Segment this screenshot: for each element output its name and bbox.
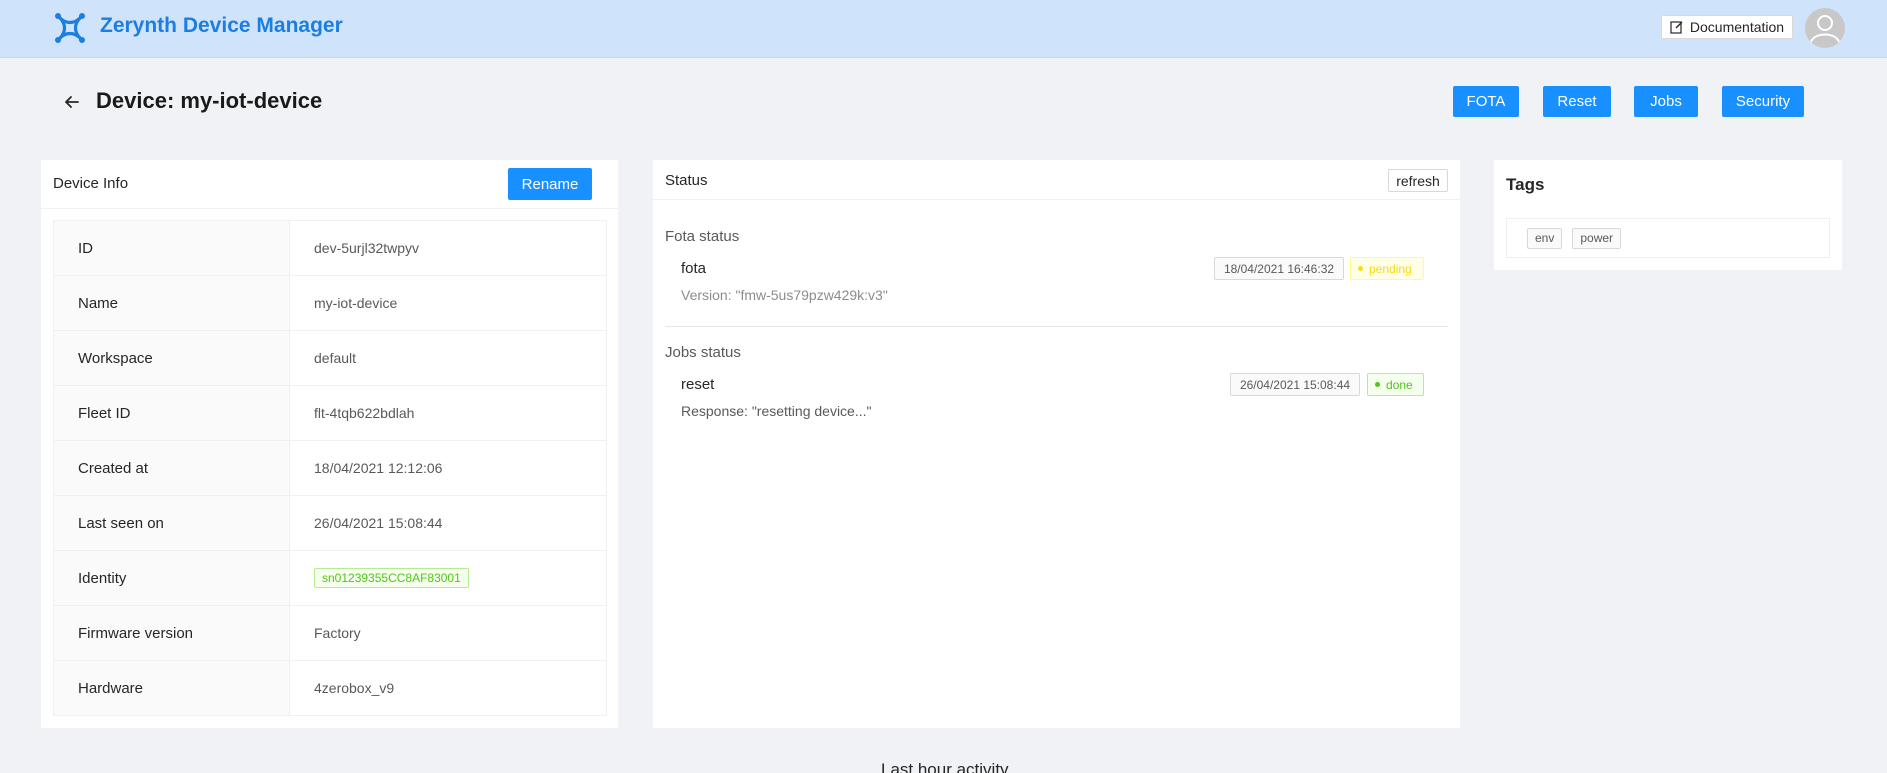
info-label: Hardware	[54, 661, 290, 715]
fota-timestamp-tag: 18/04/2021 16:46:32	[1214, 257, 1344, 280]
status-card: Status refresh Fota status fota Version:…	[653, 160, 1460, 728]
identity-badge: sn01239355CC8AF83001	[314, 568, 469, 588]
status-dot-icon	[1375, 382, 1380, 387]
fota-status-badge: pending	[1350, 257, 1424, 280]
info-row-created-at: Created at 18/04/2021 12:12:06	[54, 441, 606, 496]
tags-list: env power	[1506, 218, 1830, 258]
jobs-status-label: Jobs status	[665, 344, 741, 361]
device-info-card: Device Info Rename ID dev-5urjl32twpyv N…	[41, 160, 618, 728]
fota-item-detail: Version: "fmw-5us79pzw429k:v3"	[681, 287, 888, 303]
tags-title: Tags	[1506, 175, 1545, 194]
info-row-firmware-version: Firmware version Factory	[54, 606, 606, 661]
device-info-title: Device Info	[53, 175, 129, 192]
info-row-workspace: Workspace default	[54, 331, 606, 386]
info-label: Firmware version	[54, 606, 290, 660]
fota-status-label: Fota status	[665, 228, 740, 245]
info-value: Factory	[314, 625, 361, 641]
back-arrow-icon[interactable]	[62, 92, 82, 112]
info-label: Name	[54, 276, 290, 330]
status-dot-icon	[1358, 266, 1363, 271]
job-item-detail: Response: "resetting device..."	[681, 403, 872, 419]
edit-icon	[1670, 21, 1683, 34]
info-label: Fleet ID	[54, 386, 290, 440]
info-label: ID	[54, 221, 290, 275]
info-value: my-iot-device	[314, 295, 398, 311]
info-value: 18/04/2021 12:12:06	[314, 460, 443, 476]
rename-button[interactable]: Rename	[508, 168, 592, 200]
activity-title: Last hour activity	[881, 760, 1009, 773]
info-label: Workspace	[54, 331, 290, 385]
info-row-fleet-id: Fleet ID flt-4tqb622bdlah	[54, 386, 606, 441]
device-info-table: ID dev-5urjl32twpyv Name my-iot-device W…	[53, 220, 607, 716]
reset-button[interactable]: Reset	[1543, 86, 1611, 117]
status-title: Status	[665, 172, 708, 189]
documentation-label: Documentation	[1689, 19, 1785, 35]
tags-card: Tags env power	[1494, 160, 1842, 270]
info-value: flt-4tqb622bdlah	[314, 405, 415, 421]
documentation-button[interactable]: Documentation	[1661, 15, 1793, 39]
app-title[interactable]: Zerynth Device Manager	[100, 14, 343, 38]
info-value: 26/04/2021 15:08:44	[314, 515, 443, 531]
fota-item-name: fota	[681, 260, 707, 277]
device-info-header: Device Info Rename	[41, 160, 618, 209]
user-icon	[1810, 15, 1840, 43]
jobs-button[interactable]: Jobs	[1634, 86, 1698, 117]
info-value: dev-5urjl32twpyv	[314, 240, 420, 256]
job-status-badge: done	[1367, 373, 1424, 396]
info-label: Identity	[54, 551, 290, 605]
info-value: 4zerobox_v9	[314, 680, 395, 696]
fota-button[interactable]: FOTA	[1453, 86, 1519, 117]
status-divider	[665, 326, 1448, 327]
info-value: default	[314, 350, 357, 366]
info-row-identity: Identity sn01239355CC8AF83001	[54, 551, 606, 606]
info-label: Created at	[54, 441, 290, 495]
job-item-name: reset	[681, 376, 715, 393]
top-bar: Zerynth Device Manager Documentation	[0, 0, 1887, 58]
security-button[interactable]: Security	[1722, 86, 1804, 117]
refresh-button[interactable]: refresh	[1388, 169, 1448, 192]
zerynth-logo-icon[interactable]	[50, 8, 90, 48]
info-row-id: ID dev-5urjl32twpyv	[54, 221, 606, 276]
job-timestamp-tag: 26/04/2021 15:08:44	[1230, 373, 1360, 396]
page-title: Device: my-iot-device	[96, 88, 323, 113]
status-header: Status refresh	[653, 160, 1460, 200]
info-row-name: Name my-iot-device	[54, 276, 606, 331]
info-row-last-seen: Last seen on 26/04/2021 15:08:44	[54, 496, 606, 551]
job-status-text: done	[1386, 377, 1413, 392]
user-avatar[interactable]	[1805, 8, 1845, 48]
info-row-hardware: Hardware 4zerobox_v9	[54, 661, 606, 715]
fota-status-text: pending	[1369, 261, 1412, 276]
tag-chip-env[interactable]: env	[1527, 227, 1563, 249]
tag-chip-power[interactable]: power	[1572, 227, 1622, 249]
info-value: sn01239355CC8AF83001	[290, 551, 606, 605]
info-label: Last seen on	[54, 496, 290, 550]
